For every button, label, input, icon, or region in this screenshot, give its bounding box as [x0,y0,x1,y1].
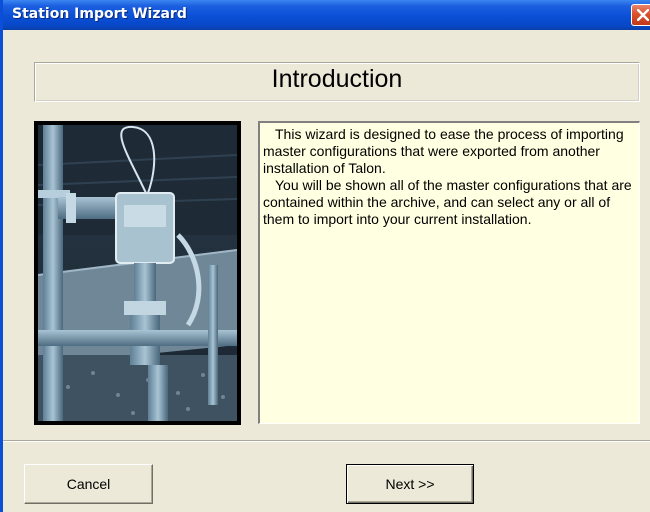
close-icon [637,9,649,21]
title-bar[interactable]: Station Import Wizard [3,0,650,30]
close-button[interactable] [631,4,650,26]
section-header: Introduction [34,62,640,102]
gas-meter-illustration [38,125,237,421]
window-title: Station Import Wizard [12,6,187,22]
description-box: This wizard is designed to ease the proc… [258,121,640,424]
description-paragraph: This wizard is designed to ease the proc… [263,126,624,176]
next-button[interactable]: Next >> [346,464,474,504]
wizard-window: Station Import Wizard Introduction This … [0,0,650,512]
footer-divider [3,440,650,442]
cancel-button[interactable]: Cancel [24,464,153,504]
description-paragraph: You will be shown all of the master conf… [263,177,632,227]
station-photo [34,121,241,425]
section-title: Introduction [271,65,403,93]
